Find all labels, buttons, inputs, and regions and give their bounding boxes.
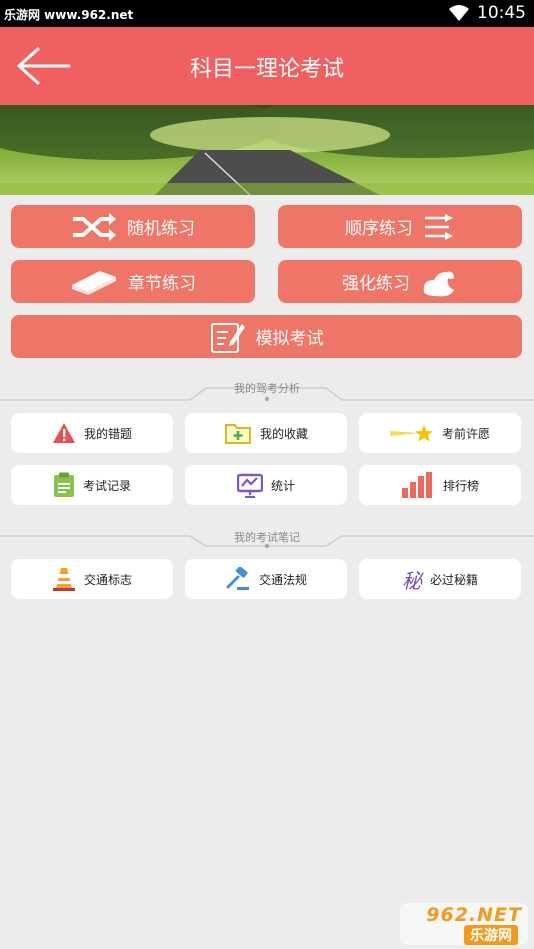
- watermark-logo: 962.NET 乐游网: [400, 903, 528, 945]
- wifi-icon: [449, 5, 469, 21]
- analysis-section-divider: 我的驾考分析: [0, 382, 534, 402]
- shooting-star-icon: [389, 425, 433, 442]
- folder-plus-icon: [224, 424, 251, 444]
- bar-chart-icon: [401, 472, 432, 498]
- book-icon: [72, 270, 116, 295]
- edit-document-icon: [210, 322, 245, 353]
- intensive-practice-button[interactable]: 强化练习: [278, 260, 522, 303]
- traffic-signs-label: 交通标志: [83, 572, 132, 587]
- traffic-laws-button[interactable]: 交通法规: [185, 559, 347, 599]
- traffic-signs-button[interactable]: 交通标志: [11, 559, 173, 599]
- watermark-name: 乐游网: [464, 925, 518, 945]
- secret-calligraphy-icon: 秘: [401, 568, 422, 593]
- my-favorites-button[interactable]: 我的收藏: [185, 413, 347, 453]
- clipboard-icon: [53, 472, 74, 497]
- statistics-button[interactable]: 统计: [185, 465, 347, 505]
- shuffle-icon: [73, 212, 116, 241]
- chapter-practice-button[interactable]: 章节练习: [11, 260, 255, 303]
- notes-section-title: 我的考试笔记: [234, 531, 300, 544]
- status-time: 10:45: [477, 3, 526, 23]
- intensive-practice-label: 强化练习: [342, 274, 410, 294]
- pass-secrets-label: 必过秘籍: [429, 572, 478, 587]
- statistics-label: 统计: [270, 478, 295, 493]
- page-title: 科目一理论考试: [189, 57, 344, 82]
- traffic-cone-icon: [52, 568, 75, 591]
- my-mistakes-label: 我的错题: [83, 426, 132, 441]
- app-bar: 科目一理论考试: [0, 27, 534, 105]
- my-favorites-label: 我的收藏: [259, 426, 308, 441]
- exam-records-button[interactable]: 考试记录: [11, 465, 173, 505]
- mock-exam-label: 模拟考试: [255, 329, 324, 349]
- pre-exam-wish-label: 考前许愿: [441, 426, 490, 441]
- sequential-practice-label: 顺序练习: [345, 219, 413, 239]
- pass-secrets-button[interactable]: 秘 必过秘籍: [359, 559, 521, 599]
- notes-section-divider: 我的考试笔记: [0, 531, 534, 551]
- status-source-text: 乐游网 www.962.net: [4, 8, 134, 22]
- sequential-practice-button[interactable]: 顺序练习: [278, 205, 522, 248]
- presentation-chart-icon: [236, 473, 263, 498]
- banner-image: [0, 105, 534, 195]
- watermark-brand: 962.NET: [426, 904, 522, 926]
- leaderboard-button[interactable]: 排行榜: [359, 465, 521, 505]
- pre-exam-wish-button[interactable]: 考前许愿: [359, 413, 521, 453]
- muscle-arm-icon: [423, 271, 454, 296]
- exam-records-label: 考试记录: [82, 478, 131, 493]
- leaderboard-label: 排行榜: [442, 478, 479, 493]
- random-practice-button[interactable]: 随机练习: [11, 205, 255, 248]
- my-mistakes-button[interactable]: 我的错题: [11, 413, 173, 453]
- mock-exam-button[interactable]: 模拟考试: [11, 315, 522, 358]
- analysis-section-title: 我的驾考分析: [234, 382, 300, 395]
- status-right: 10:45: [449, 3, 526, 23]
- random-practice-label: 随机练习: [127, 219, 195, 239]
- traffic-laws-label: 交通法规: [258, 572, 307, 587]
- chapter-practice-label: 章节练习: [128, 274, 196, 294]
- list-arrow-icon: [425, 213, 453, 240]
- gavel-icon: [226, 567, 249, 590]
- status-bar: 乐游网 www.962.net 10:45: [0, 0, 534, 27]
- warning-icon: [52, 423, 75, 443]
